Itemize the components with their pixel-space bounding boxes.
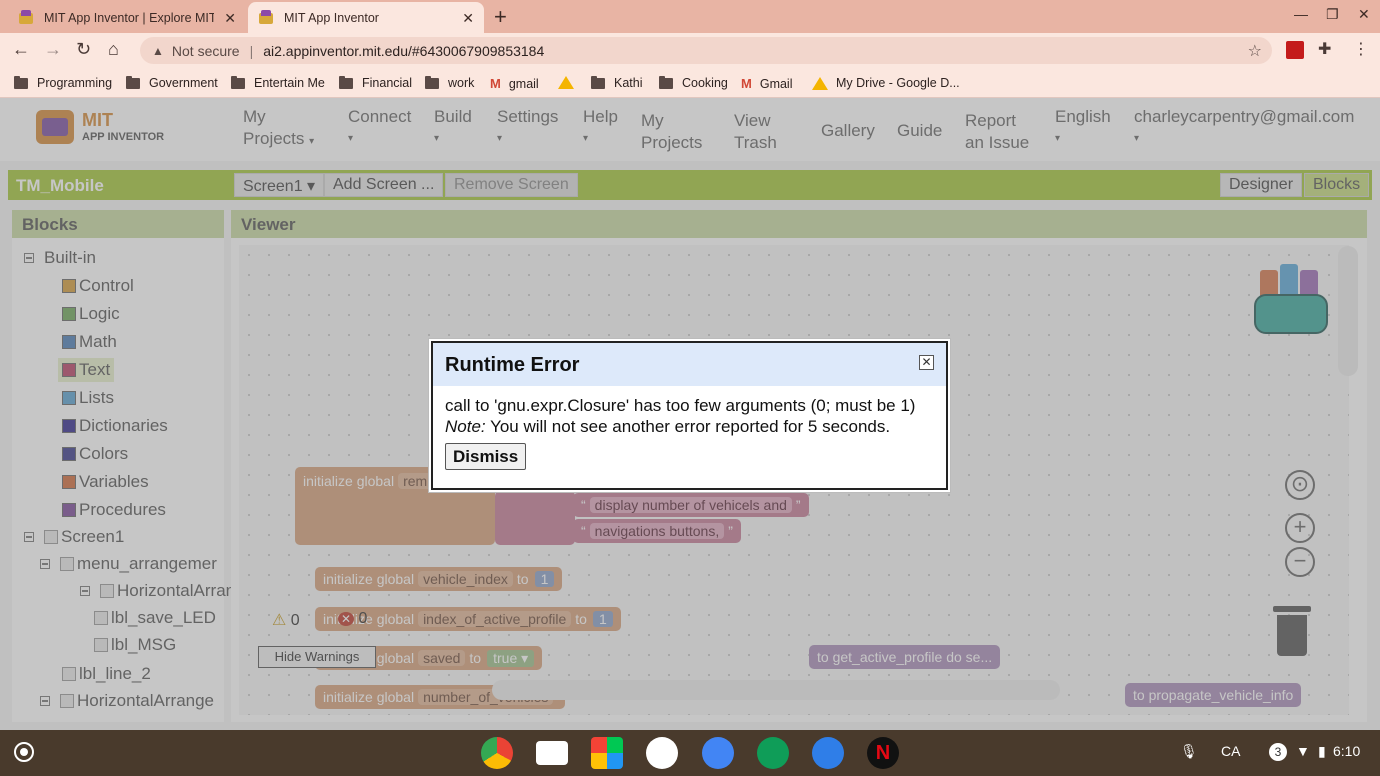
folder-icon <box>591 75 605 89</box>
tab-app-inventor[interactable]: MIT App Inventor ✕ <box>248 2 484 33</box>
restore-icon[interactable]: ❐ <box>1326 6 1339 23</box>
close-tab-icon[interactable]: ✕ <box>224 10 236 27</box>
dialog-title: Runtime Error <box>445 354 580 376</box>
google-drive-icon <box>558 76 574 89</box>
browser-toolbar: ← → ↻ ⌂ ▲ Not secure | ai2.appinventor.m… <box>0 33 1380 68</box>
bookmark-entertain-me[interactable]: Entertain Me <box>231 75 325 90</box>
tab-title: MIT App Inventor <box>284 10 379 25</box>
folder-icon <box>425 75 439 89</box>
reload-icon[interactable]: ↻ <box>76 39 91 60</box>
bookmark-work[interactable]: work <box>425 75 474 90</box>
runtime-error-dialog: Runtime Error ✕ call to 'gnu.expr.Closur… <box>431 341 948 490</box>
folder-icon <box>231 75 245 89</box>
folder-icon <box>339 75 353 89</box>
browser-tab-strip: MIT App Inventor | Explore MIT A ✕ MIT A… <box>0 0 1380 33</box>
os-shelf: N 🎙 CA 3 ▼ ▮ 6:10 <box>0 730 1380 776</box>
gmail-icon[interactable] <box>536 741 568 765</box>
play-store-icon[interactable] <box>591 737 623 769</box>
pdf-extension-icon[interactable] <box>1286 41 1304 59</box>
bookmark-gmail-2[interactable]: M Gmail <box>741 76 793 91</box>
bookmark-my-drive[interactable]: My Drive - Google D... <box>812 76 960 90</box>
gmail-icon: M <box>741 76 752 91</box>
bookmark-financial[interactable]: Financial <box>339 75 412 90</box>
address-bar[interactable]: ▲ Not secure | ai2.appinventor.mit.edu/#… <box>140 37 1272 64</box>
microphone-icon[interactable]: 🎙 <box>1180 743 1198 760</box>
dialog-header: Runtime Error ✕ <box>433 343 946 386</box>
bookmark-cooking[interactable]: Cooking <box>659 75 728 90</box>
minimize-icon[interactable]: — <box>1294 6 1308 22</box>
folder-icon <box>126 75 140 89</box>
clock[interactable]: 6:10 <box>1333 743 1360 759</box>
url-text: ai2.appinventor.mit.edu/#643006790985318… <box>263 42 545 59</box>
netflix-icon[interactable]: N <box>867 737 899 769</box>
tab-title: MIT App Inventor | Explore MIT A <box>44 10 214 25</box>
folder-icon <box>14 75 28 89</box>
google-drive-icon <box>812 76 828 90</box>
close-icon[interactable]: ✕ <box>919 355 934 370</box>
error-message: call to 'gnu.expr.Closure' has too few a… <box>445 396 916 415</box>
dismiss-button[interactable]: Dismiss <box>445 443 527 470</box>
wifi-icon[interactable]: ▼ <box>1296 743 1310 759</box>
app-inventor-favicon-icon <box>258 9 274 26</box>
bookmark-gmail[interactable]: Mgmail <box>490 76 539 91</box>
home-icon[interactable]: ⌂ <box>108 39 119 60</box>
google-home-icon[interactable] <box>646 737 678 769</box>
docs-icon[interactable] <box>702 737 734 769</box>
error-note: Note: You will not see another error rep… <box>445 417 891 436</box>
notification-count[interactable]: 3 <box>1269 743 1287 761</box>
forward-icon[interactable]: → <box>44 39 62 60</box>
bookmarks-bar: Programming Government Entertain Me Fina… <box>0 68 1380 98</box>
warning-triangle-icon[interactable]: ▲ <box>152 44 164 58</box>
close-window-icon[interactable]: ✕ <box>1358 6 1370 23</box>
dialog-body: call to 'gnu.expr.Closure' has too few a… <box>433 386 946 479</box>
bookmark-kathi[interactable]: Kathi <box>591 75 643 90</box>
folder-icon <box>659 75 673 89</box>
close-tab-icon[interactable]: ✕ <box>462 10 474 27</box>
back-icon[interactable]: ← <box>12 39 30 60</box>
tab-explore[interactable]: MIT App Inventor | Explore MIT A ✕ <box>8 2 246 33</box>
new-tab-button[interactable]: + <box>494 4 507 30</box>
chrome-menu-icon[interactable]: ⋮ <box>1353 39 1369 59</box>
launcher-icon[interactable] <box>14 742 34 762</box>
bookmark-star-icon[interactable]: ☆ <box>1248 41 1262 61</box>
security-label: Not secure <box>171 42 240 59</box>
battery-icon[interactable]: ▮ <box>1318 743 1326 760</box>
bookmark-programming[interactable]: Programming <box>14 75 112 90</box>
ime-indicator[interactable]: CA <box>1221 743 1240 759</box>
sheets-icon[interactable] <box>757 737 789 769</box>
app-inventor-favicon-icon <box>18 9 34 26</box>
files-icon[interactable] <box>812 737 844 769</box>
address-separator: | <box>249 42 254 59</box>
extensions-puzzle-icon[interactable]: ✚ <box>1318 39 1331 59</box>
bookmark-government[interactable]: Government <box>126 75 218 90</box>
chrome-icon[interactable] <box>481 737 513 769</box>
gmail-icon: M <box>490 76 501 91</box>
bookmark-drive[interactable] <box>558 76 582 89</box>
